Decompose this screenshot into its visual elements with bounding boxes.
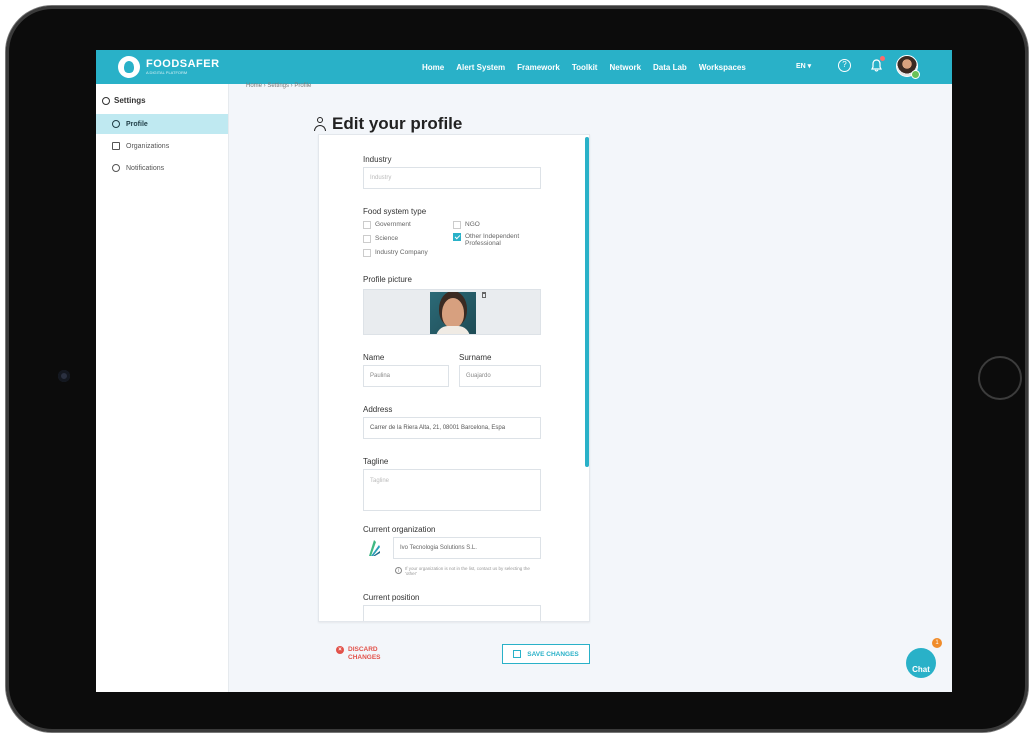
sidebar-item-notifications[interactable]: Notifications [96, 158, 228, 178]
profile-photo [430, 292, 476, 334]
help-icon[interactable]: ? [838, 59, 851, 72]
current-position-input[interactable] [363, 605, 541, 621]
sidebar-item-label: Organizations [126, 142, 170, 150]
online-status-dot [911, 70, 920, 79]
language-select[interactable]: EN ▾ [796, 62, 811, 70]
main-nav: Home Alert System Framework Toolkit Netw… [422, 50, 746, 84]
sidebar-title-label: Settings [114, 96, 146, 105]
checkbox[interactable] [363, 249, 371, 257]
brand-tagline: A DIGITAL PLATFORM [146, 69, 188, 75]
info-icon: i [395, 567, 402, 574]
checkbox-industry-company[interactable]: Industry Company [363, 249, 428, 257]
organization-logo-icon [369, 540, 380, 556]
save-label: SAVE CHANGES [527, 650, 579, 658]
surname-label: Surname [459, 353, 492, 362]
checkbox-science[interactable]: Science [363, 235, 398, 243]
sidebar-item-label: Notifications [126, 164, 165, 172]
user-icon [112, 120, 120, 128]
nav-network[interactable]: Network [609, 63, 641, 72]
checkbox-label: Industry Company [375, 249, 428, 256]
nav-workspaces[interactable]: Workspaces [699, 63, 746, 72]
chat-label: Chat [912, 665, 930, 674]
nav-framework[interactable]: Framework [517, 63, 560, 72]
tagline-label: Tagline [363, 457, 389, 466]
page-title: Edit your profile [314, 114, 462, 134]
industry-label: Industry [363, 155, 392, 164]
address-input[interactable]: Carrer de la Riera Alta, 21, 08001 Barce… [363, 417, 541, 439]
checkbox[interactable] [453, 221, 461, 229]
bell-icon[interactable] [871, 59, 882, 72]
checkbox-government[interactable]: Government [363, 221, 411, 229]
notification-dot [880, 56, 885, 61]
organization-info-text: If your organization is not in the list,… [405, 566, 530, 576]
sidebar-item-organizations[interactable]: Organizations [96, 136, 228, 156]
food-system-type-label: Food system type [363, 207, 427, 216]
current-organization-input[interactable]: Ivo Tecnologia Solutions S.L. [393, 537, 541, 559]
checkbox-ngo[interactable]: NGO [453, 221, 480, 229]
sidebar-item-profile[interactable]: Profile [96, 114, 228, 134]
save-changes-button[interactable]: SAVE CHANGES [502, 644, 590, 664]
profile-form-card: Industry Industry Food system type Gover… [318, 134, 590, 622]
chat-badge: 1 [932, 638, 942, 648]
app-screen: FOODSAFER A DIGITAL PLATFORM Home Alert … [96, 50, 952, 692]
nav-data-lab[interactable]: Data Lab [653, 63, 687, 72]
home-button[interactable] [978, 356, 1022, 400]
trash-icon[interactable] [482, 292, 486, 298]
settings-sidebar: Settings Profile Organizations Notificat… [96, 84, 229, 692]
checkbox-other-independent-professional[interactable]: Other Independent Professional [453, 233, 543, 247]
address-label: Address [363, 405, 393, 414]
discard-label: DISCARD CHANGES [348, 646, 381, 661]
name-label: Name [363, 353, 385, 362]
checkbox[interactable] [363, 221, 371, 229]
profile-picture-upload[interactable] [363, 289, 541, 335]
page-title-text: Edit your profile [332, 114, 463, 133]
checkbox-label: Science [375, 235, 399, 242]
building-icon [112, 142, 120, 150]
sidebar-item-label: Profile [126, 120, 148, 128]
nav-toolkit[interactable]: Toolkit [572, 63, 598, 72]
close-icon: × [336, 646, 344, 654]
gear-icon [102, 96, 110, 105]
checkbox-label: Government [375, 221, 411, 228]
checkbox[interactable] [363, 235, 371, 243]
profile-picture-label: Profile picture [363, 275, 412, 284]
nav-home[interactable]: Home [422, 63, 444, 72]
brand-logo[interactable]: FOODSAFER A DIGITAL PLATFORM [118, 56, 220, 78]
nav-alert-system[interactable]: Alert System [456, 63, 505, 72]
logo-icon [118, 56, 140, 78]
surname-input[interactable]: Guajardo [459, 365, 541, 387]
checkbox-label: Other Independent Professional [465, 233, 520, 247]
camera-icon [58, 370, 70, 382]
save-icon [513, 650, 522, 658]
breadcrumb[interactable]: Home › Settings › Profile [246, 83, 311, 89]
current-position-label: Current position [363, 593, 420, 602]
chat-button[interactable]: Chat [906, 648, 936, 678]
tagline-textarea[interactable]: Tagline [363, 469, 541, 511]
name-input[interactable]: Paulina [363, 365, 449, 387]
form-scrollbar[interactable] [585, 137, 589, 467]
bell-icon [112, 164, 120, 172]
brand-name: FOODSAFER [146, 57, 220, 70]
sidebar-title: Settings [102, 96, 146, 105]
current-organization-label: Current organization [363, 525, 436, 534]
industry-input[interactable]: Industry [363, 167, 541, 189]
discard-changes-button[interactable]: × DISCARD CHANGES [336, 646, 388, 662]
top-navbar: FOODSAFER A DIGITAL PLATFORM Home Alert … [96, 50, 952, 84]
checkbox-checked[interactable] [453, 233, 461, 241]
user-icon [314, 117, 326, 131]
checkbox-label: NGO [465, 221, 480, 228]
